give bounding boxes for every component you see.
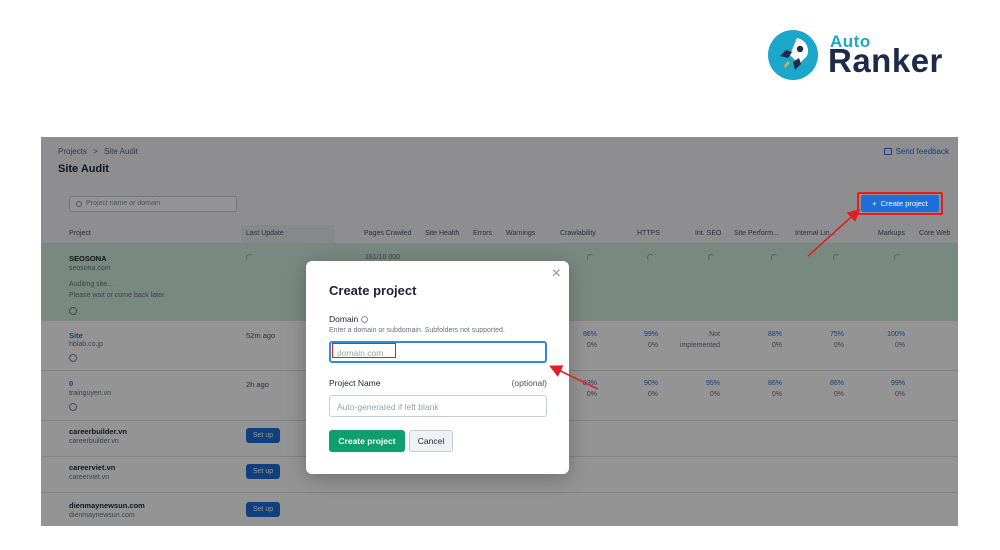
project-name-placeholder: Auto-generated if left blank [337,402,439,412]
autoranker-logo: Auto Ranker [762,28,962,84]
cancel-button[interactable]: Cancel [409,430,453,452]
info-icon[interactable] [361,316,369,323]
annotation-highlight-box [332,343,396,358]
create-project-submit-button[interactable]: Create project [329,430,405,452]
domain-label-text: Domain [329,314,359,324]
tutorial-screenshot: Auto Ranker Projects > Site Audit Site A… [0,0,1000,550]
domain-label: Domain [329,314,369,324]
optional-tag: (optional) [511,378,547,388]
annotation-highlight-box [857,192,943,215]
project-name-label: Project Name [329,378,381,388]
dialog-title: Create project [329,283,417,298]
close-icon[interactable]: × [552,265,561,283]
project-name-input[interactable]: Auto-generated if left blank [329,395,547,417]
domain-hint: Enter a domain or subdomain. Subfolders … [329,327,505,334]
rocket-logo-icon [768,30,818,80]
logo-word-ranker: Ranker [828,42,943,79]
create-project-dialog: × Create project Domain Enter a domain o… [306,261,569,474]
